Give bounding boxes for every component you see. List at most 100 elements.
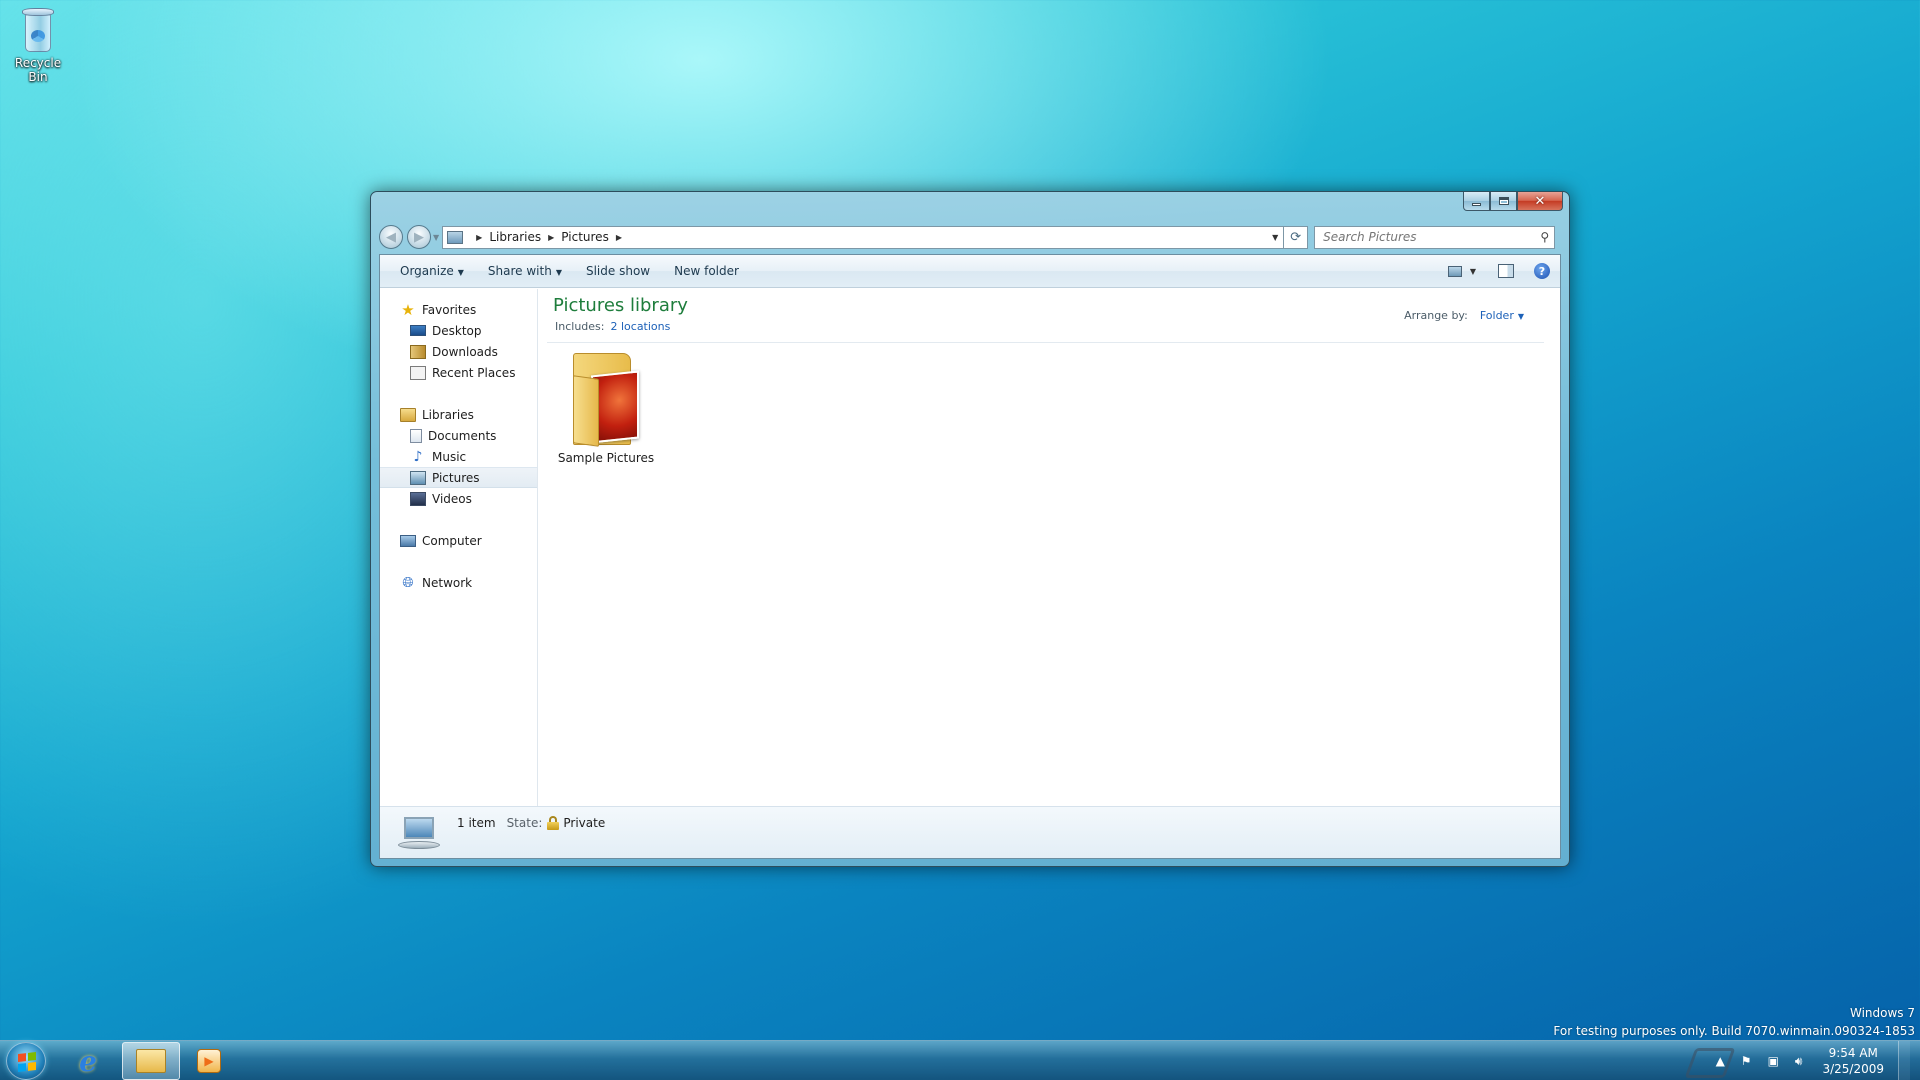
nav-item-network[interactable]: 🌐︎ Network	[380, 572, 537, 593]
nav-item-libraries[interactable]: Libraries	[380, 404, 537, 425]
close-button[interactable]: ✕	[1517, 192, 1563, 211]
back-button[interactable]: ◀	[379, 225, 403, 249]
taskbar-internet-explorer[interactable]: e	[59, 1042, 117, 1080]
internet-explorer-icon: e	[79, 1044, 97, 1078]
nav-item-recent-places[interactable]: Recent Places	[380, 362, 537, 383]
preview-pane-icon[interactable]	[1498, 264, 1514, 278]
recycle-bin-icon	[20, 6, 56, 54]
chevron-down-icon: ▼	[1517, 312, 1524, 321]
build-watermark: Windows 7 For testing purposes only. Bui…	[1553, 1006, 1915, 1038]
media-player-icon: ▶	[197, 1049, 221, 1073]
state-label: State:	[506, 816, 543, 830]
navigation-pane: ★ Favorites Desktop Downloads Recent Plac…	[380, 289, 538, 808]
address-bar[interactable]: ▶ Libraries ▶ Pictures ▶ ▼	[442, 225, 1285, 249]
lock-icon	[547, 816, 560, 830]
notification-area: ▲ ⚑ ▣ 🔊︎ 9:54 AM 3/25/2009	[1708, 1041, 1910, 1080]
nav-item-videos[interactable]: Videos	[380, 488, 537, 509]
header-divider	[547, 342, 1544, 343]
search-input[interactable]	[1323, 230, 1524, 244]
back-arrow-icon: ◀	[386, 229, 396, 245]
state-value: Private	[563, 816, 606, 830]
navigation-bar: ◀ ▶ ▼ ▶ Libraries ▶ Pictures ▶ ▼ ⟳ ⚲	[379, 225, 1561, 249]
nav-item-documents[interactable]: Documents	[380, 425, 537, 446]
breadcrumb-libraries[interactable]: Libraries	[489, 230, 541, 244]
libraries-icon	[400, 407, 416, 422]
pictures-library-large-icon	[396, 817, 440, 851]
chevron-down-icon: ▼	[457, 268, 464, 277]
clock[interactable]: 9:54 AM 3/25/2009	[1822, 1045, 1884, 1077]
windows-explorer-icon	[136, 1049, 166, 1073]
breadcrumb-pictures[interactable]: Pictures	[561, 230, 609, 244]
explorer-client-area: Organize ▼ Share with ▼ Slide show New fol…	[379, 254, 1561, 859]
desktop-icon	[410, 325, 426, 336]
taskbar-windows-explorer[interactable]	[122, 1042, 180, 1080]
start-button[interactable]	[6, 1042, 46, 1080]
change-view-icon[interactable]	[1447, 265, 1462, 277]
search-box[interactable]: ⚲	[1314, 225, 1556, 249]
view-options-dropdown[interactable]: ▼	[1470, 267, 1476, 276]
close-icon: ✕	[1534, 193, 1546, 209]
minimize-button[interactable]	[1463, 192, 1490, 211]
nav-item-favorites[interactable]: ★ Favorites	[380, 299, 537, 320]
library-includes: Includes: 2 locations	[555, 320, 671, 333]
file-list-pane: Pictures library Includes: 2 locations Ar…	[539, 289, 1560, 808]
recent-places-icon	[410, 365, 426, 380]
refresh-icon: ⟳	[1290, 229, 1302, 245]
volume-icon[interactable]: 🔊︎	[1795, 1054, 1803, 1069]
search-icon[interactable]: ⚲	[1540, 230, 1549, 244]
item-count: 1 item	[457, 816, 496, 830]
help-icon[interactable]: ?	[1534, 263, 1550, 279]
slide-show-button[interactable]: Slide show	[574, 264, 662, 278]
new-folder-button[interactable]: New folder	[662, 264, 751, 278]
nav-item-computer[interactable]: Computer	[380, 530, 537, 551]
downloads-folder-icon	[410, 344, 426, 359]
folder-item-sample-pictures[interactable]: Sample Pictures	[551, 353, 661, 465]
breadcrumb-separator-icon[interactable]: ▶	[616, 233, 622, 242]
library-title: Pictures library	[553, 295, 688, 316]
nav-item-desktop[interactable]: Desktop	[380, 320, 537, 341]
taskbar: e ▶ ▲ ⚑ ▣ 🔊︎ 9:54 AM 3/25/2009	[0, 1040, 1920, 1080]
share-with-menu[interactable]: Share with ▼	[476, 264, 574, 278]
folder-with-pictures-icon	[571, 353, 641, 447]
network-icon: 🌐︎	[402, 574, 414, 591]
explorer-window: ✕ ◀ ▶ ▼ ▶ Libraries ▶ Pictures ▶ ▼ ⟳ ⚲ O…	[370, 191, 1570, 867]
chevron-down-icon: ▼	[555, 268, 562, 277]
recycle-bin-desktop-icon[interactable]: Recycle Bin	[4, 6, 72, 84]
show-desktop-button[interactable]	[1898, 1041, 1910, 1080]
nav-item-pictures[interactable]: Pictures	[380, 467, 537, 488]
pictures-icon	[410, 470, 426, 485]
address-history-dropdown[interactable]: ▼	[1267, 233, 1283, 242]
folder-label: Sample Pictures	[557, 451, 655, 465]
refresh-button[interactable]: ⟳	[1284, 225, 1309, 249]
recycle-bin-label: Recycle Bin	[14, 56, 62, 84]
pictures-library-icon	[447, 230, 464, 244]
clock-time: 9:54 AM	[1828, 1046, 1878, 1060]
action-center-flag-icon[interactable]: ⚑	[1741, 1054, 1752, 1068]
music-note-icon: ♪	[413, 448, 423, 465]
recent-pages-dropdown[interactable]: ▼	[433, 233, 439, 242]
arrange-by: Arrange by: Folder ▼	[1404, 309, 1524, 322]
breadcrumb-separator-icon[interactable]: ▶	[548, 233, 554, 242]
computer-icon	[400, 534, 416, 547]
arrange-by-dropdown[interactable]: Folder	[1480, 309, 1514, 322]
windows-logo-icon	[18, 1052, 36, 1072]
documents-icon	[410, 428, 422, 443]
library-locations-link[interactable]: 2 locations	[610, 320, 670, 333]
favorites-star-icon: ★	[401, 300, 415, 319]
nav-item-music[interactable]: ♪ Music	[380, 446, 537, 467]
clock-date: 3/25/2009	[1822, 1062, 1884, 1076]
command-bar: Organize ▼ Share with ▼ Slide show New fol…	[380, 255, 1560, 288]
organize-menu[interactable]: Organize ▼	[388, 264, 476, 278]
show-hidden-icons-icon[interactable]: ▲	[1716, 1054, 1725, 1068]
forward-button[interactable]: ▶	[407, 225, 431, 249]
nav-item-downloads[interactable]: Downloads	[380, 341, 537, 362]
details-pane: 1 item State: Private	[380, 806, 1560, 858]
minimize-icon	[1472, 202, 1481, 206]
videos-icon	[410, 491, 426, 506]
taskbar-media-player[interactable]: ▶	[180, 1042, 238, 1080]
network-status-icon[interactable]: ▣	[1768, 1054, 1779, 1068]
maximize-button[interactable]	[1490, 192, 1517, 211]
window-controls: ✕	[1463, 192, 1563, 212]
breadcrumb-separator-icon[interactable]: ▶	[476, 233, 482, 242]
maximize-icon	[1498, 197, 1509, 205]
